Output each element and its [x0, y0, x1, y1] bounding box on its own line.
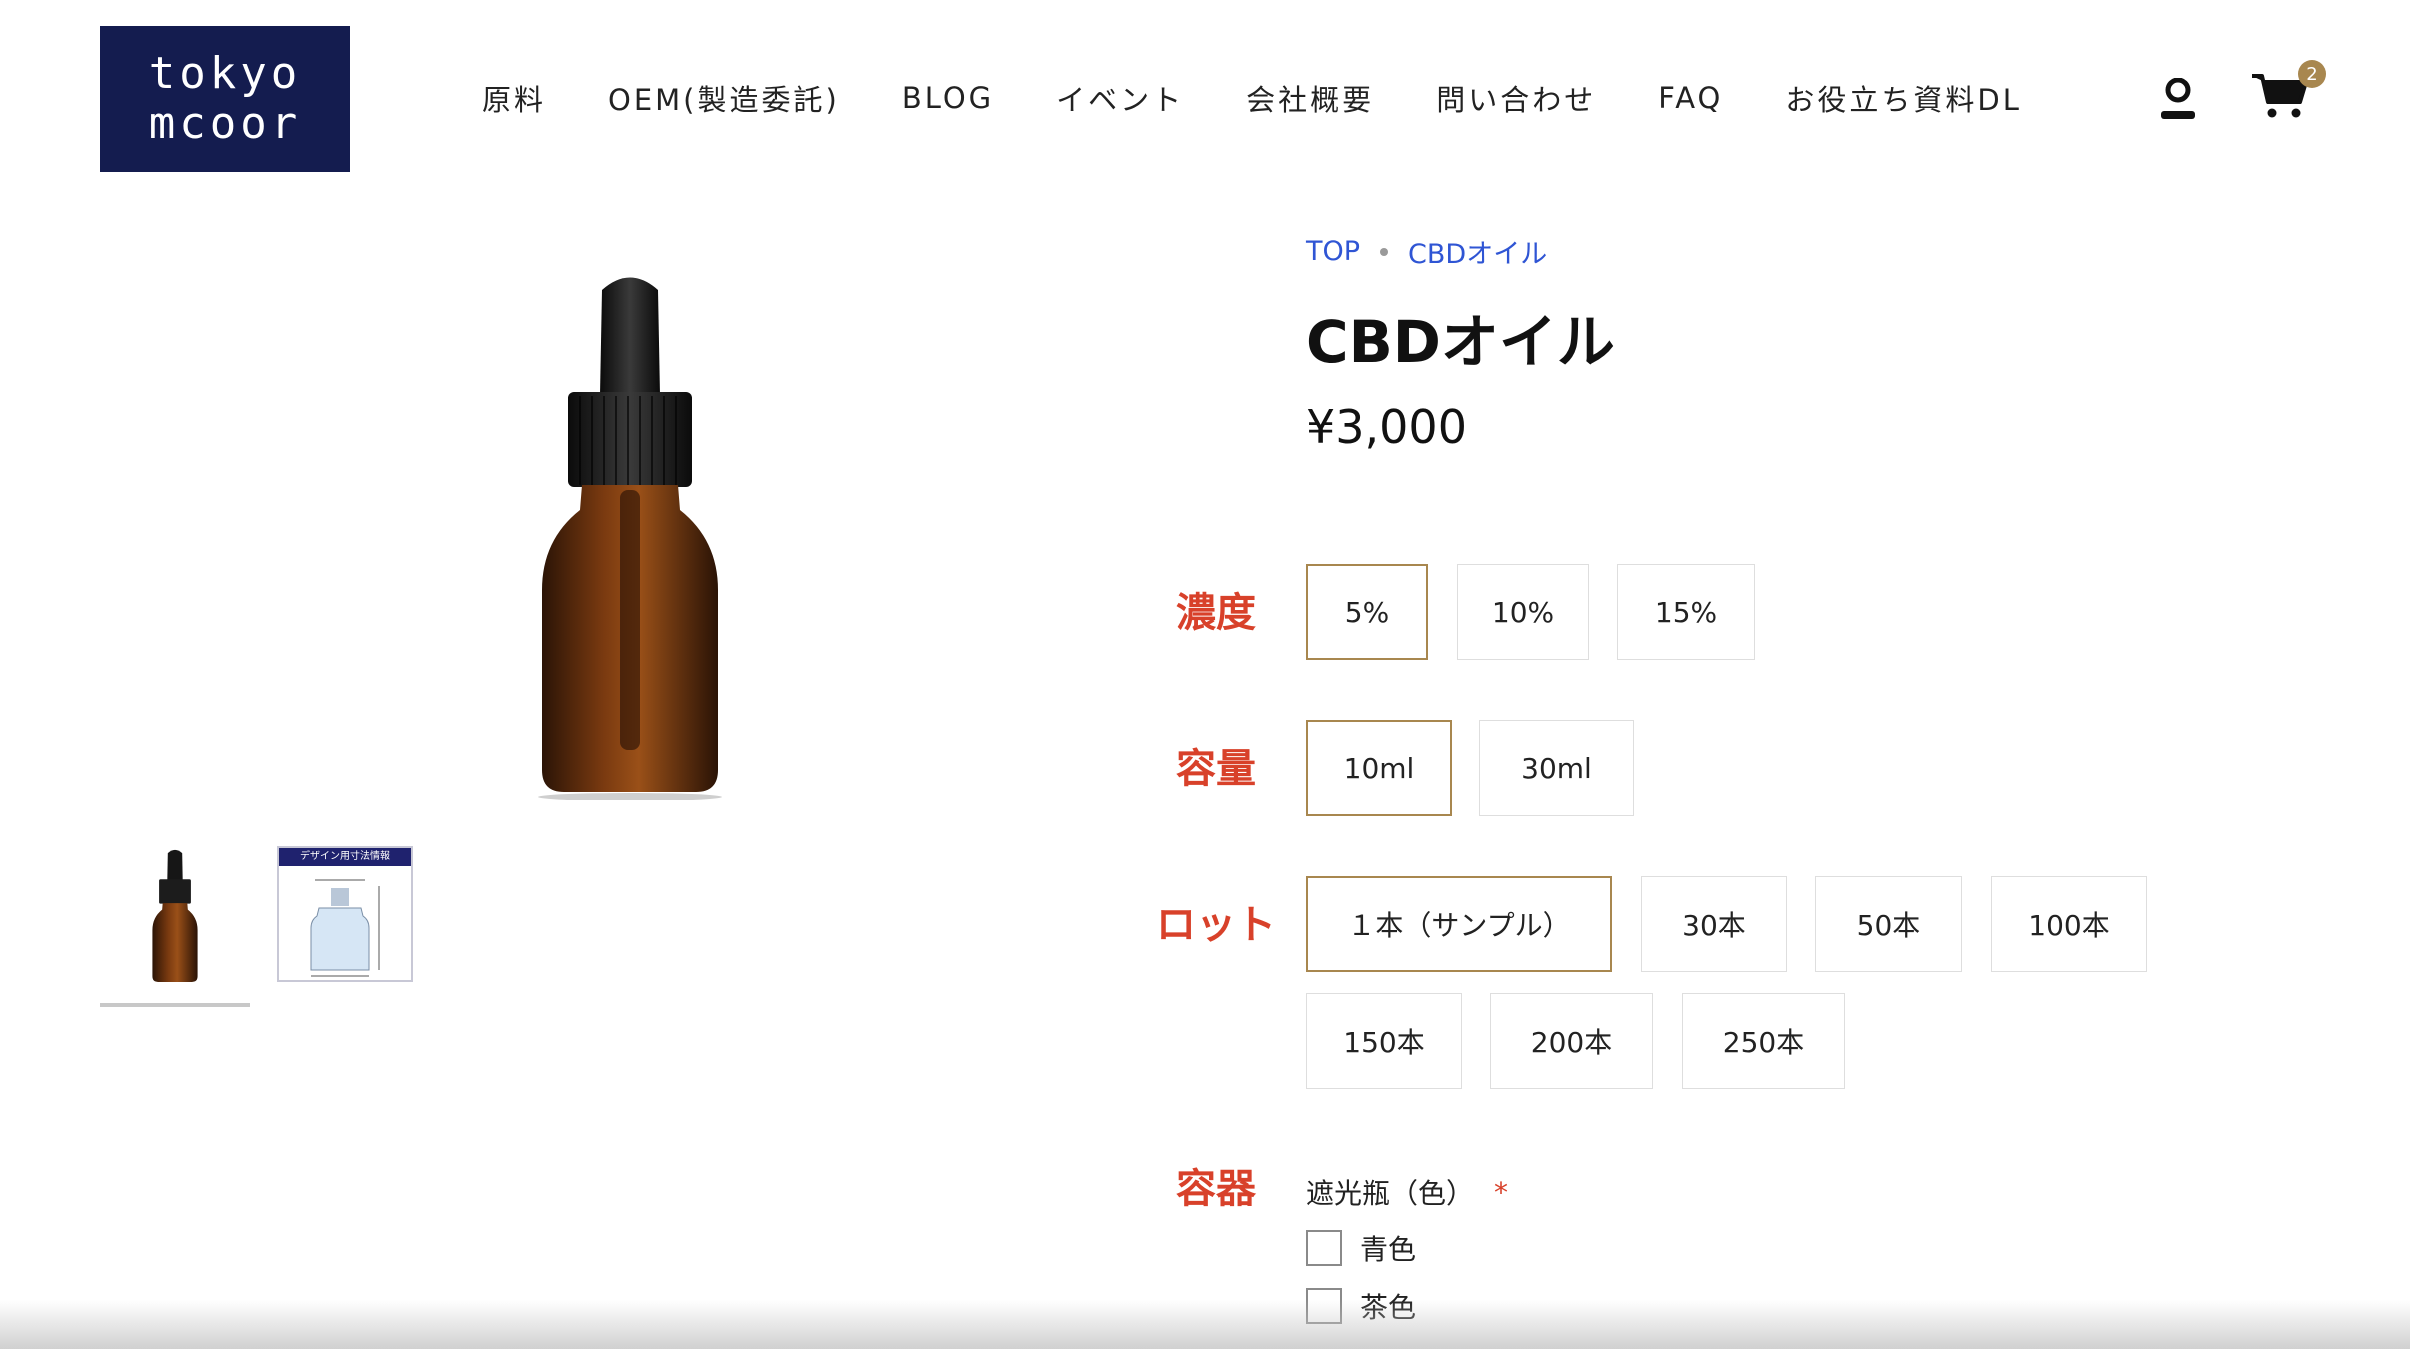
- lot-option-100[interactable]: 100本: [1991, 876, 2147, 972]
- breadcrumb-current[interactable]: CBDオイル: [1408, 232, 1547, 271]
- required-mark: *: [1494, 1175, 1509, 1209]
- breadcrumb-separator: [1380, 247, 1389, 256]
- concentration-option-10[interactable]: 10%: [1457, 564, 1589, 660]
- container-sub-label-text: 遮光瓶（色）: [1306, 1177, 1475, 1210]
- window-bottom-shadow: [0, 1300, 2410, 1349]
- concentration-option-5[interactable]: 5%: [1306, 564, 1428, 660]
- breadcrumb: TOP CBDオイル: [1306, 232, 1547, 271]
- nav-item-company[interactable]: 会社概要: [1246, 77, 1374, 119]
- logo-line-1: tokyo: [148, 48, 302, 99]
- lot-option-50[interactable]: 50本: [1815, 876, 1962, 972]
- nav-item-faq[interactable]: FAQ: [1658, 81, 1723, 115]
- lot-label: ロット: [1156, 902, 1276, 948]
- user-icon[interactable]: [2158, 78, 2198, 120]
- volume-option-10ml[interactable]: 10ml: [1306, 720, 1452, 816]
- main-nav: 原料 OEM(製造委託) BLOG イベント 会社概要 問い合わせ FAQ お役…: [482, 76, 2084, 120]
- nav-item-oem[interactable]: OEM(製造委託): [608, 77, 840, 119]
- brand-logo[interactable]: tokyo mcoor: [100, 26, 350, 172]
- concentration-label: 濃度: [1176, 590, 1256, 636]
- product-title: CBDオイル: [1306, 308, 1615, 376]
- thumbnail-dimensions-header: デザイン用寸法情報: [279, 848, 411, 866]
- lot-option-30[interactable]: 30本: [1641, 876, 1787, 972]
- concentration-option-15[interactable]: 15%: [1617, 564, 1755, 660]
- checkbox-row-blue[interactable]: 青色: [1306, 1228, 1416, 1268]
- volume-option-30ml[interactable]: 30ml: [1479, 720, 1634, 816]
- volume-label: 容量: [1176, 746, 1256, 792]
- nav-item-downloads[interactable]: お役立ち資料DL: [1785, 77, 2022, 119]
- nav-item-contact[interactable]: 問い合わせ: [1436, 77, 1596, 119]
- checkbox-blue-label: 青色: [1360, 1233, 1417, 1266]
- product-price: ¥3,000: [1306, 400, 1467, 454]
- lot-option-200[interactable]: 200本: [1490, 993, 1653, 1089]
- nav-item-events[interactable]: イベント: [1056, 77, 1184, 119]
- product-main-image: [538, 277, 722, 800]
- lot-option-150[interactable]: 150本: [1306, 993, 1462, 1089]
- container-label: 容器: [1176, 1166, 1256, 1212]
- breadcrumb-top[interactable]: TOP: [1306, 236, 1360, 267]
- dimension-diagram-icon: [310, 879, 380, 977]
- cart-count-badge: 2: [2298, 60, 2326, 88]
- checkbox-blue[interactable]: [1306, 1230, 1342, 1266]
- lot-option-sample[interactable]: １本（サンプル）: [1306, 876, 1612, 972]
- nav-item-blog[interactable]: BLOG: [902, 81, 994, 115]
- logo-line-2: mcoor: [148, 98, 302, 149]
- lot-option-250[interactable]: 250本: [1682, 993, 1845, 1089]
- thumbnail-dimensions[interactable]: デザイン用寸法情報: [277, 846, 413, 982]
- thumbnail-bottle[interactable]: [140, 848, 210, 984]
- nav-item-raw-materials[interactable]: 原料: [482, 77, 546, 119]
- thumbnail-active-indicator: [100, 1003, 250, 1007]
- container-sub-label: 遮光瓶（色） *: [1306, 1172, 1508, 1212]
